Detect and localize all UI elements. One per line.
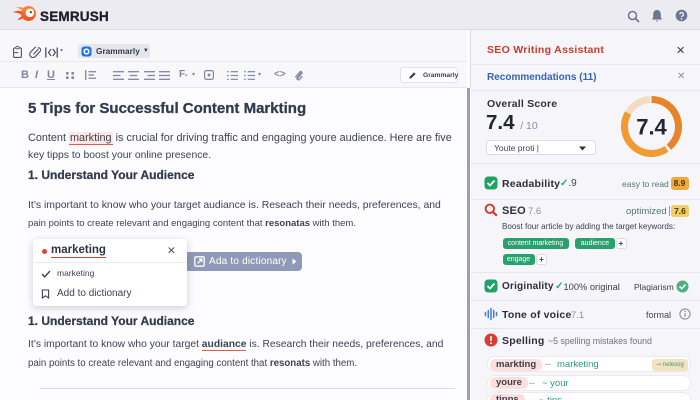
svg-text:7.4: 7.4 bbox=[636, 115, 667, 140]
